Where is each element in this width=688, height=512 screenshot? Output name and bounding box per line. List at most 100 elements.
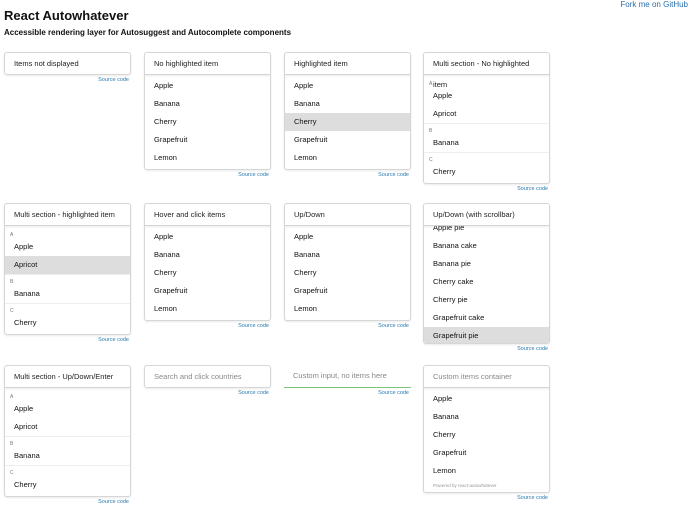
suggestion-item[interactable]: Cherry bbox=[424, 426, 549, 444]
suggestion-item[interactable]: Grapefruit bbox=[424, 444, 549, 462]
suggestions-list: Apple Banana Cherry Grapefruit Lemon Powered … bbox=[423, 388, 550, 493]
suggestion-item[interactable]: Cherry bbox=[145, 264, 270, 282]
section-title: C bbox=[10, 308, 14, 314]
suggestion-item[interactable]: Apricot bbox=[5, 418, 130, 436]
section-title: A bbox=[10, 232, 14, 238]
source-code-link[interactable]: Source code bbox=[4, 499, 131, 505]
source-code-link[interactable]: Source code bbox=[284, 323, 411, 329]
suggestions-inner: A Apple Apricot B Banana C Cherry bbox=[5, 390, 130, 494]
suggestion-item[interactable]: Banana cake bbox=[424, 237, 549, 255]
autowhatever-input[interactable]: Custom input, no items here bbox=[284, 365, 411, 388]
suggestions-list: A Apple Apricot B Banana C Cherry bbox=[4, 388, 131, 497]
suggestion-item[interactable]: Banana bbox=[5, 285, 130, 303]
page-title: React Autowhatever bbox=[4, 8, 129, 23]
section: B Banana bbox=[5, 436, 130, 465]
powered-by-footer: Powered by react-autowhatever bbox=[433, 483, 497, 488]
section: B Banana bbox=[5, 274, 130, 303]
source-code-link[interactable]: Source code bbox=[284, 172, 411, 178]
suggestions-list: A Apple Apricot B Banana C Cherry bbox=[4, 226, 131, 335]
suggestion-item[interactable]: Banana bbox=[145, 95, 270, 113]
suggestion-item[interactable]: Cherry bbox=[5, 476, 130, 494]
suggestion-item[interactable]: Cherry bbox=[5, 314, 130, 332]
suggestions-inner: A Apple Apricot B Banana C Cherry bbox=[424, 77, 549, 181]
autowhatever-input[interactable]: Search and click countries bbox=[144, 365, 271, 388]
suggestions-list: Apple Banana Cherry Grapefruit Lemon bbox=[284, 75, 411, 170]
source-code-link[interactable]: Source code bbox=[423, 186, 550, 192]
suggestion-item[interactable]: Lemon bbox=[285, 300, 410, 318]
suggestion-item[interactable]: Apple pie bbox=[424, 226, 549, 237]
suggestion-item[interactable]: Apple bbox=[424, 390, 549, 408]
suggestions-list: Apple Banana Cherry Grapefruit Lemon bbox=[144, 226, 271, 321]
suggestions-list: Apple pie Banana cake Banana pie Cherry cak… bbox=[423, 226, 550, 344]
section: C Cherry bbox=[424, 152, 549, 181]
source-code-link[interactable]: Source code bbox=[144, 390, 271, 396]
example-card: No highlighted item Apple Banana Cherry Grap… bbox=[144, 52, 271, 178]
suggestion-item[interactable]: Lemon bbox=[285, 149, 410, 167]
autowhatever-input[interactable]: Up/Down bbox=[284, 203, 411, 226]
fork-on-github-link[interactable]: Fork me on GitHub bbox=[620, 0, 688, 9]
suggestion-item[interactable]: Cherry bbox=[424, 163, 549, 181]
example-card: Highlighted item Apple Banana Cherry Grapefr… bbox=[284, 52, 411, 178]
suggestion-item[interactable]: Banana bbox=[424, 134, 549, 152]
suggestion-item[interactable]: Apple bbox=[424, 87, 549, 105]
suggestions-inner: Apple Banana Cherry Grapefruit Lemon Powered … bbox=[424, 390, 549, 490]
source-code-link[interactable]: Source code bbox=[144, 323, 271, 329]
suggestion-item[interactable]: Cherry pie bbox=[424, 291, 549, 309]
source-code-link[interactable]: Source code bbox=[144, 172, 271, 178]
suggestion-item[interactable]: Apple bbox=[285, 77, 410, 95]
suggestions-inner: Apple Banana Cherry Grapefruit Lemon bbox=[145, 228, 270, 318]
suggestion-item[interactable]: Grapefruit pie bbox=[424, 327, 549, 343]
autowhatever-input[interactable]: Up/Down (with scrollbar) bbox=[423, 203, 550, 226]
example-card: Multi section - Up/Down/Enter A Apple Apric… bbox=[4, 365, 131, 505]
suggestion-item[interactable]: Apple bbox=[285, 228, 410, 246]
suggestion-item[interactable]: Cherry bbox=[285, 113, 410, 131]
suggestion-item[interactable]: Cherry bbox=[145, 113, 270, 131]
suggestion-item[interactable]: Lemon bbox=[145, 149, 270, 167]
suggestion-item[interactable]: Banana bbox=[285, 246, 410, 264]
suggestion-item[interactable]: Grapefruit bbox=[285, 131, 410, 149]
suggestions-list: Apple Banana Cherry Grapefruit Lemon bbox=[284, 226, 411, 321]
suggestion-item[interactable]: Apple bbox=[5, 400, 130, 418]
suggestion-item[interactable]: Lemon bbox=[145, 300, 270, 318]
autowhatever-input[interactable]: Multi section - No highlighted item bbox=[423, 52, 550, 89]
suggestion-item[interactable]: Banana bbox=[424, 408, 549, 426]
suggestion-item[interactable]: Cherry bbox=[285, 264, 410, 282]
suggestions-inner: Apple Banana Cherry Grapefruit Lemon bbox=[145, 77, 270, 167]
autowhatever-input[interactable]: Highlighted item bbox=[284, 52, 411, 75]
suggestion-item[interactable]: Apple bbox=[145, 77, 270, 95]
autowhatever-input[interactable]: Custom items container bbox=[423, 365, 550, 388]
autowhatever-input[interactable]: Multi section - Up/Down/Enter bbox=[4, 365, 131, 388]
suggestion-item[interactable]: Banana bbox=[285, 95, 410, 113]
suggestion-item[interactable]: Grapefruit bbox=[285, 282, 410, 300]
suggestion-item[interactable]: Lemon bbox=[424, 462, 549, 480]
autowhatever-input[interactable]: Multi section - highlighted item bbox=[4, 203, 131, 226]
section: C Cherry bbox=[5, 303, 130, 332]
autowhatever-input[interactable]: Items not displayed bbox=[4, 52, 131, 75]
suggestion-item[interactable]: Banana bbox=[5, 447, 130, 465]
example-card: Multi section - highlighted item A Apple Ap… bbox=[4, 203, 131, 343]
example-card: Up/Down (with scrollbar) Apple pie Banana … bbox=[423, 203, 550, 352]
section-title: B bbox=[429, 128, 433, 134]
source-code-link[interactable]: Source code bbox=[423, 495, 550, 501]
section: A Apple Apricot bbox=[5, 390, 130, 436]
suggestion-item[interactable]: Grapefruit bbox=[145, 131, 270, 149]
source-code-link[interactable]: Source code bbox=[423, 346, 550, 352]
suggestion-item[interactable]: Banana pie bbox=[424, 255, 549, 273]
suggestion-item[interactable]: Grapefruit bbox=[145, 282, 270, 300]
autowhatever-input[interactable]: Hover and click items bbox=[144, 203, 271, 226]
source-code-link[interactable]: Source code bbox=[284, 390, 411, 396]
suggestions-inner: A Apple Apricot B Banana C Cherry bbox=[5, 228, 130, 332]
suggestion-item[interactable]: Cherry cake bbox=[424, 273, 549, 291]
source-code-link[interactable]: Source code bbox=[4, 337, 131, 343]
suggestion-item[interactable]: Apricot bbox=[5, 256, 130, 274]
autowhatever-input[interactable]: No highlighted item bbox=[144, 52, 271, 75]
section-title: C bbox=[429, 157, 433, 163]
suggestion-item[interactable]: Grapefruit cake bbox=[424, 309, 549, 327]
suggestion-item[interactable]: Banana bbox=[145, 246, 270, 264]
suggestion-item[interactable]: Apple bbox=[145, 228, 270, 246]
page-subtitle: Accessible rendering layer for Autosugge… bbox=[4, 28, 292, 37]
suggestion-item[interactable]: Apple bbox=[5, 238, 130, 256]
suggestion-item[interactable]: Apricot bbox=[424, 105, 549, 123]
source-code-link[interactable]: Source code bbox=[4, 77, 131, 83]
section: A Apple Apricot bbox=[5, 228, 130, 274]
